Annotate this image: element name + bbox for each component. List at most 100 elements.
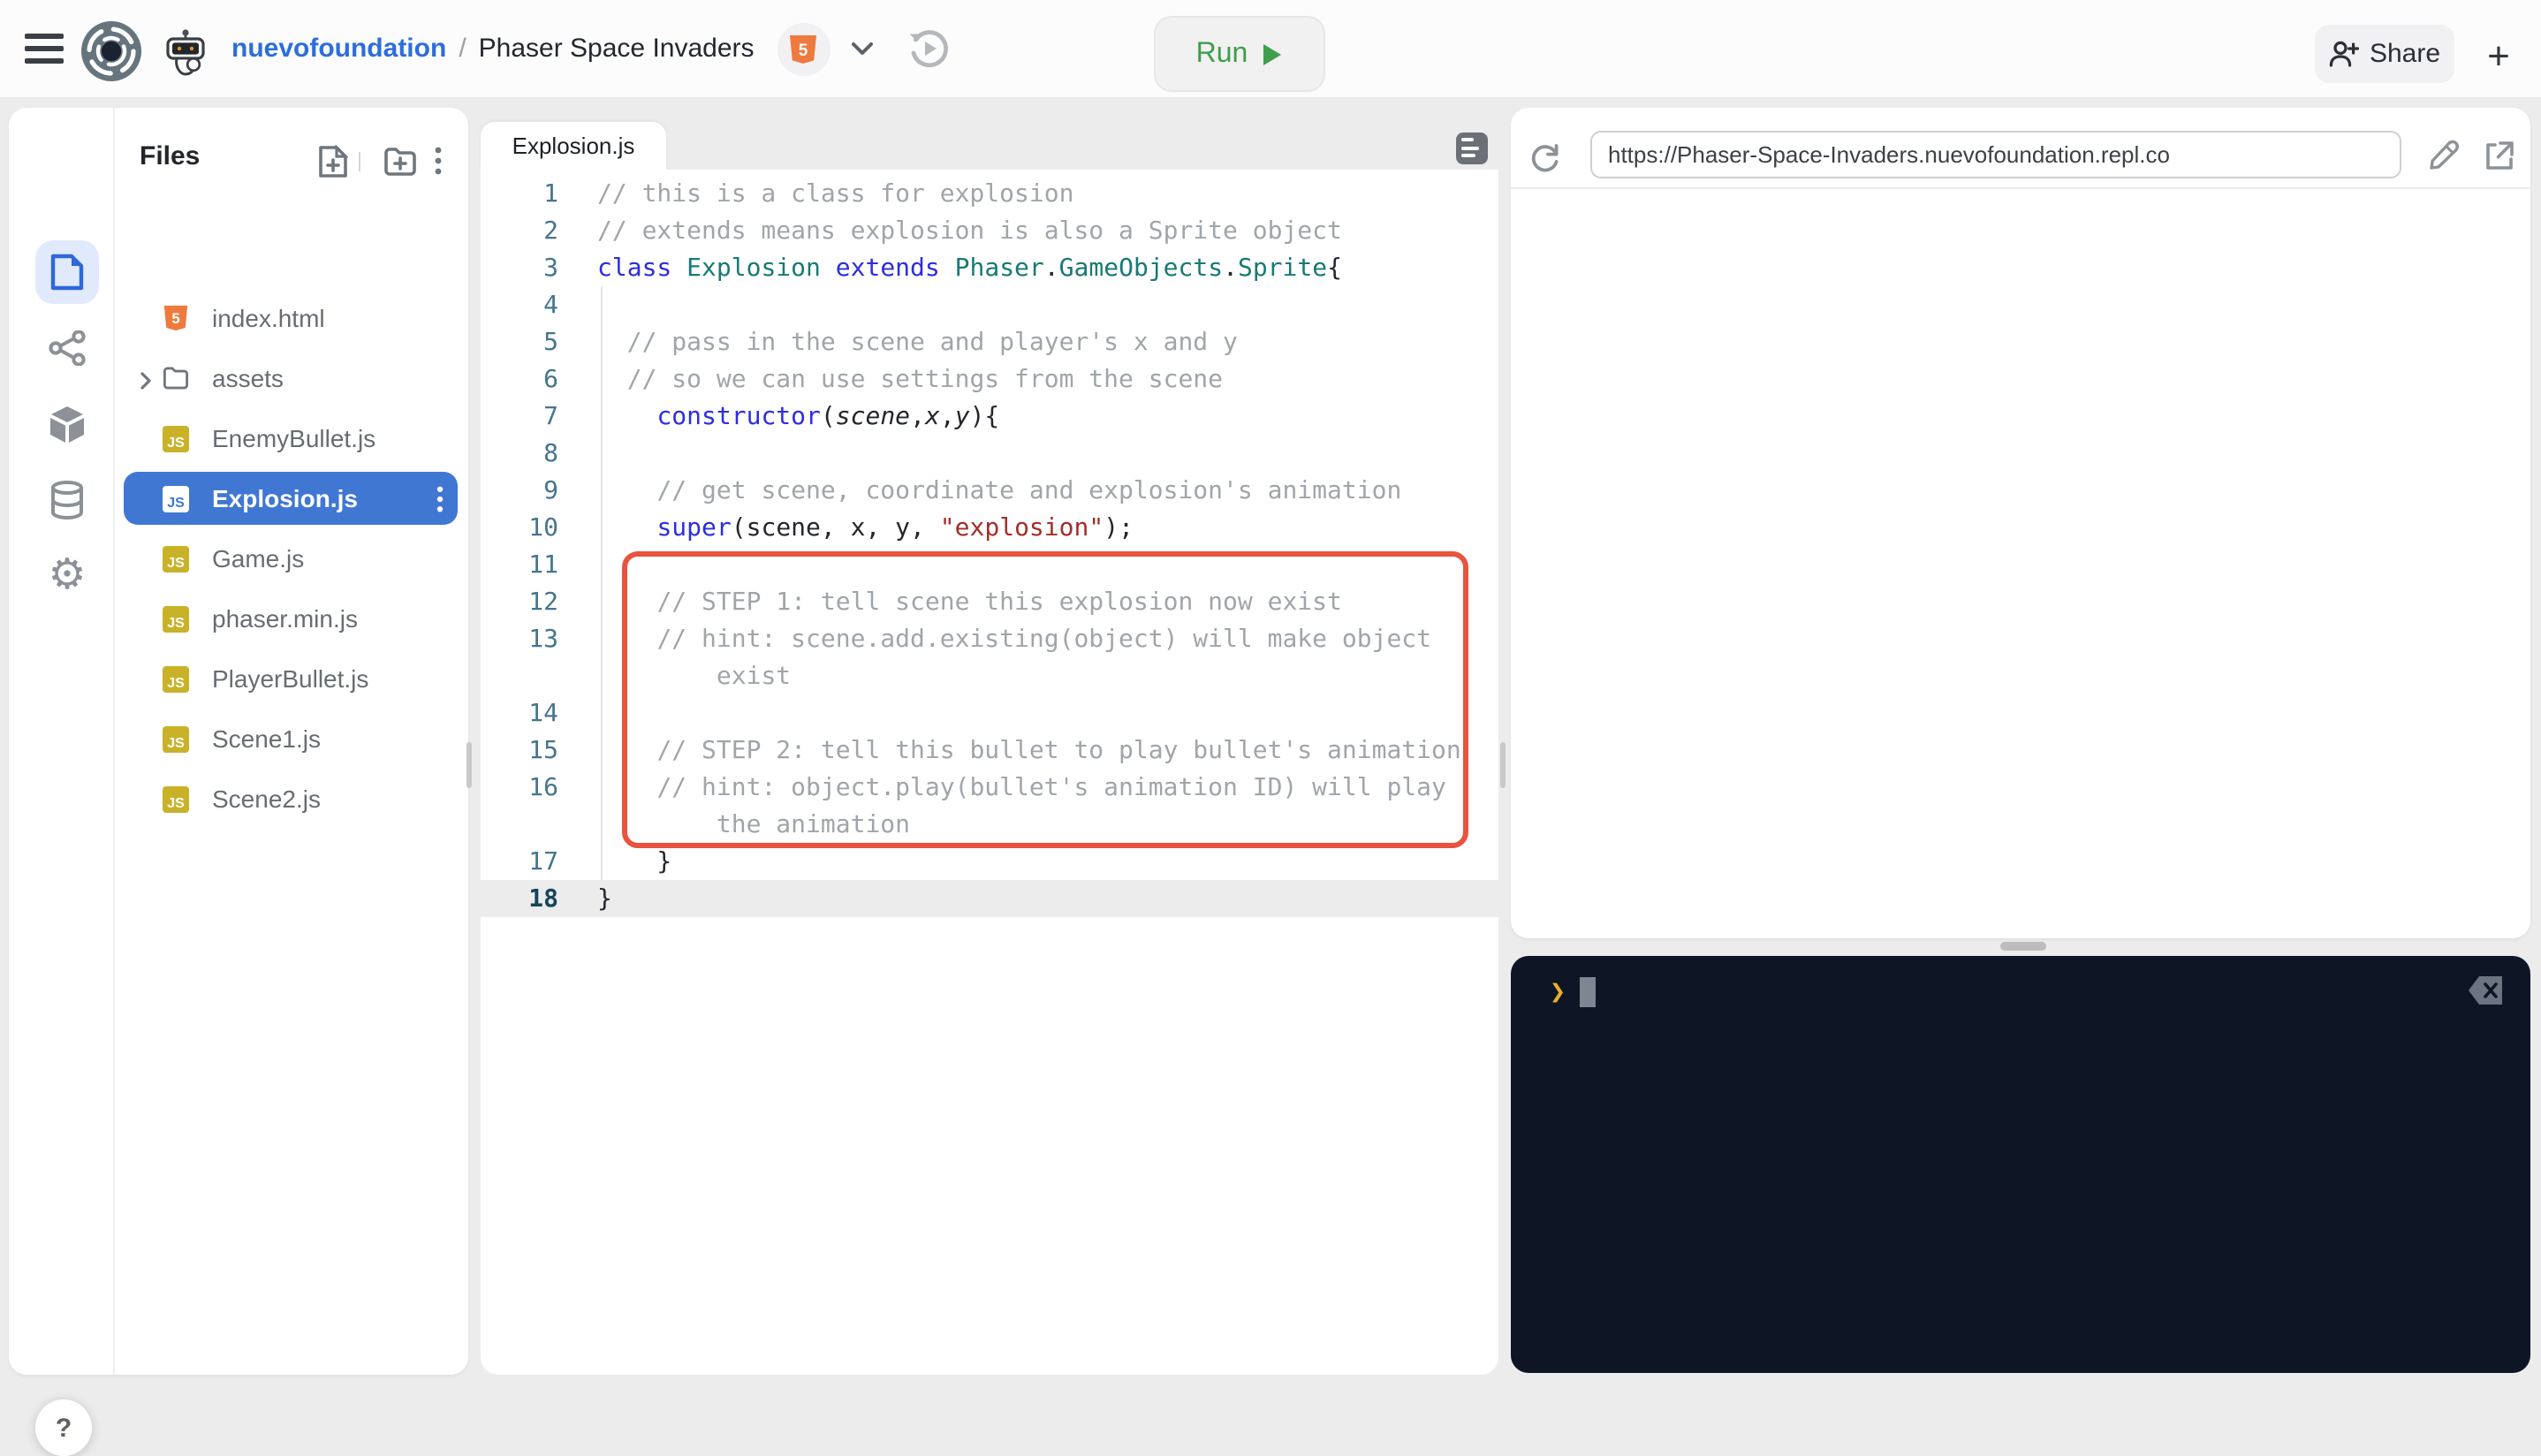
code-line[interactable]: 10 super(scene, x, y, "explosion"); <box>481 509 1498 546</box>
code-line[interactable]: 1// this is a class for explosion <box>481 175 1498 212</box>
editor-panel: Explosion.js 1// this is a class for exp… <box>481 108 1498 1375</box>
html5-file-icon: 5 <box>163 305 189 331</box>
line-number: 11 <box>481 550 558 579</box>
html5-language-badge[interactable]: 5 <box>777 22 831 75</box>
file-row-Scene1.js[interactable]: JSScene1.js <box>124 712 458 765</box>
file-row-phaser.min.js[interactable]: JSphaser.min.js <box>124 592 458 645</box>
code-line[interactable]: 9 // get scene, coordinate and explosion… <box>481 472 1498 509</box>
tab-label: Explosion.js <box>512 133 635 159</box>
code-line[interactable]: 13 // hint: scene.add.existing(object) w… <box>481 620 1498 657</box>
left-sidebar-panel: ⚙ ? Files <box>9 108 468 1375</box>
line-number: 7 <box>481 402 558 430</box>
line-number: 16 <box>481 773 558 801</box>
code-line[interactable]: 7 constructor(scene,x,y){ <box>481 398 1498 435</box>
svg-text:5: 5 <box>799 41 808 59</box>
add-file-icon[interactable] <box>313 141 352 180</box>
code-line[interactable]: the animation <box>481 806 1498 843</box>
line-content: // pass in the scene and player's x and … <box>597 328 1238 356</box>
robot-avatar[interactable] <box>163 28 209 78</box>
file-row-EnemyBullet.js[interactable]: JSEnemyBullet.js <box>124 412 458 465</box>
file-row-Scene2.js[interactable]: JSScene2.js <box>124 772 458 825</box>
code-line[interactable]: 2// extends means explosion is also a Sp… <box>481 212 1498 249</box>
code-line[interactable]: 6 // so we can use settings from the sce… <box>481 360 1498 398</box>
hamburger-menu-icon[interactable] <box>25 34 64 64</box>
svg-text:5: 5 <box>171 310 179 327</box>
resize-handle-left[interactable] <box>466 742 472 788</box>
nuevofoundation-logo-icon[interactable] <box>78 18 145 85</box>
sidebar-item-database[interactable] <box>35 468 99 532</box>
share-button[interactable]: Share <box>2315 25 2454 83</box>
file-row-index.html[interactable]: 5index.html <box>124 292 458 345</box>
breadcrumb-owner-link[interactable]: nuevofoundation <box>231 34 446 64</box>
code-line[interactable]: 8 <box>481 435 1498 472</box>
webview-content[interactable] <box>1511 189 2530 938</box>
code-line[interactable]: 3class Explosion extends Phaser.GameObje… <box>481 249 1498 286</box>
line-number: 8 <box>481 439 558 467</box>
js-file-icon: JS <box>163 725 189 752</box>
breadcrumb-project-title: Phaser Space Invaders <box>479 34 755 64</box>
file-name: PlayerBullet.js <box>212 664 368 693</box>
file-menu-kebab-icon[interactable] <box>436 486 444 518</box>
console-panel[interactable]: ❯ <box>1511 956 2530 1373</box>
code-line[interactable]: 12 // STEP 1: tell scene this explosion … <box>481 583 1498 620</box>
line-number: 9 <box>481 476 558 504</box>
file-row-PlayerBullet.js[interactable]: JSPlayerBullet.js <box>124 652 458 705</box>
run-button-label: Run <box>1196 38 1248 70</box>
files-header-divider <box>359 152 360 171</box>
code-line[interactable]: 5 // pass in the scene and player's x an… <box>481 323 1498 360</box>
line-number: 10 <box>481 513 558 542</box>
refresh-icon[interactable] <box>1523 136 1566 178</box>
line-number: 6 <box>481 365 558 393</box>
edit-url-pencil-icon[interactable] <box>2426 138 2461 173</box>
console-drag-handle[interactable] <box>2000 942 2046 951</box>
tab-explosion-js[interactable]: Explosion.js <box>481 122 666 170</box>
file-name: Scene2.js <box>212 785 321 813</box>
sidebar-item-settings[interactable]: ⚙ <box>35 544 99 608</box>
line-content: exist <box>597 662 791 690</box>
chevron-down-icon[interactable] <box>850 41 875 57</box>
sidebar-item-version-control[interactable] <box>35 316 99 380</box>
add-folder-icon[interactable] <box>380 141 419 180</box>
line-number: 13 <box>481 625 558 653</box>
code-line[interactable]: 11 <box>481 546 1498 583</box>
line-number: 18 <box>481 884 558 913</box>
code-line[interactable]: exist <box>481 657 1498 694</box>
code-editor[interactable]: 1// this is a class for explosion2// ext… <box>481 170 1498 1375</box>
file-row-assets[interactable]: assets <box>124 352 458 405</box>
code-line[interactable]: 17 } <box>481 843 1498 880</box>
files-header: Files <box>115 108 468 205</box>
sidebar-item-files[interactable] <box>35 240 99 304</box>
line-content: // STEP 2: tell this bullet to play bull… <box>597 736 1461 764</box>
line-content: // STEP 1: tell scene this explosion now… <box>597 588 1342 616</box>
code-line[interactable]: 18} <box>481 880 1498 917</box>
file-name: Game.js <box>212 544 304 573</box>
run-button[interactable]: Run <box>1154 16 1325 92</box>
open-in-new-tab-icon[interactable] <box>2481 138 2516 173</box>
sidebar-item-packages[interactable] <box>35 392 99 456</box>
files-panel-title: Files <box>140 108 200 205</box>
code-line[interactable]: 15 // STEP 2: tell this bullet to play b… <box>481 732 1498 769</box>
files-menu-kebab-icon[interactable] <box>419 141 458 180</box>
editor-options-icon[interactable] <box>1456 133 1488 164</box>
line-number: 4 <box>481 291 558 319</box>
file-row-Explosion.js[interactable]: JSExplosion.js <box>124 472 458 525</box>
file-name: assets <box>212 364 284 392</box>
packages-cube-icon <box>48 404 87 444</box>
history-icon[interactable] <box>905 25 952 72</box>
code-line[interactable]: 16 // hint: object.play(bullet's animati… <box>481 769 1498 806</box>
code-lines: 1// this is a class for explosion2// ext… <box>481 175 1498 917</box>
line-content: // extends means explosion is also a Spr… <box>597 216 1342 245</box>
chevron-right-icon[interactable] <box>140 368 152 396</box>
help-button[interactable]: ? <box>35 1399 92 1456</box>
line-content: the animation <box>597 810 910 838</box>
new-repl-plus-icon[interactable]: + <box>2476 34 2522 80</box>
line-content: super(scene, x, y, "explosion"); <box>597 513 1134 542</box>
resize-handle-right[interactable] <box>1500 742 1506 788</box>
file-row-Game.js[interactable]: JSGame.js <box>124 532 458 585</box>
file-name: phaser.min.js <box>212 604 358 633</box>
clear-console-icon[interactable] <box>2467 974 2506 1007</box>
version-control-icon <box>48 330 87 366</box>
url-input[interactable] <box>1590 131 2401 178</box>
code-line[interactable]: 4 <box>481 286 1498 323</box>
code-line[interactable]: 14 <box>481 694 1498 732</box>
